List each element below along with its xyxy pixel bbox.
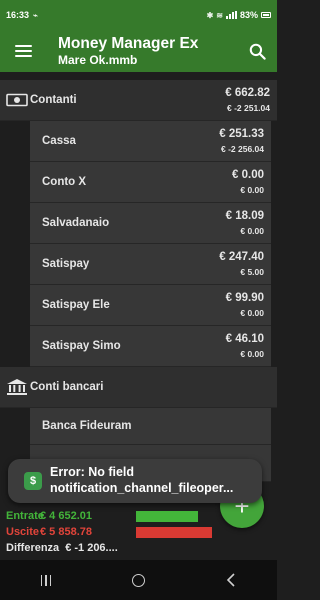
error-toast: $ Error: No field notification_channel_f… <box>8 459 262 503</box>
account-balance: € 18.09 <box>225 210 264 222</box>
bank-icon <box>4 378 30 396</box>
bluetooth-icon: ✱ <box>206 10 214 20</box>
account-balance: € 247.40 <box>219 251 264 263</box>
account-name: Satispay Ele <box>42 299 110 311</box>
battery-percent: 83% <box>239 10 258 20</box>
difference-label: Differenza <box>6 542 60 554</box>
app-title: Money Manager Ex <box>58 34 199 52</box>
battery-icon <box>261 12 271 18</box>
expense-value: € 5 858.78 <box>40 526 92 538</box>
database-name: Mare Ok.mmb <box>58 52 138 67</box>
account-row-conto-x[interactable]: Conto X € 0.00 € 0.00 <box>30 162 271 203</box>
expense-bar <box>136 526 212 538</box>
search-button[interactable] <box>237 30 277 72</box>
home-button[interactable] <box>108 560 168 600</box>
app-titles: Money Manager Ex Mare Ok.mmb <box>46 34 237 67</box>
group-balance: € 662.82 <box>225 87 270 99</box>
account-balance: € 46.10 <box>225 333 264 345</box>
account-name: Salvadanaio <box>42 217 110 229</box>
recents-icon <box>40 574 52 586</box>
account-name: Satispay <box>42 258 90 270</box>
account-name: Banca Fideuram <box>42 420 132 432</box>
status-bar: 16:33 ⌁ ✱ ≋ 83% <box>0 0 277 30</box>
recents-button[interactable] <box>16 560 76 600</box>
app-bar: Money Manager Ex Mare Ok.mmb <box>0 30 277 72</box>
account-reconciled-balance: € 0.00 <box>240 349 264 359</box>
account-row-banca-fideuram[interactable]: Banca Fideuram <box>30 408 271 445</box>
group-row-conti-bancari[interactable]: Conti bancari <box>0 367 277 408</box>
account-name: Satispay Simo <box>42 340 121 352</box>
system-nav-bar <box>0 560 277 600</box>
group-reconciled-balance: € -2 251.04 <box>226 103 270 113</box>
expense-label: Uscite <box>6 526 40 538</box>
toast-line-1: Error: No field <box>50 465 135 480</box>
toast-line-2: notification_channel_fileoper... <box>50 481 234 495</box>
group-label: Conti bancari <box>30 381 104 393</box>
group-row-contanti[interactable]: Contanti € 662.82 € -2 251.04 <box>0 80 277 121</box>
cash-icon <box>4 93 30 107</box>
group-label: Contanti <box>30 94 77 106</box>
account-row-satispay-simo[interactable]: Satispay Simo € 46.10 € 0.00 <box>30 326 271 367</box>
status-time: 16:33 <box>6 10 30 20</box>
account-reconciled-balance: € 0.00 <box>240 308 264 318</box>
account-row-satispay-ele[interactable]: Satispay Ele € 99.90 € 0.00 <box>30 285 271 326</box>
account-row-cassa[interactable]: Cassa € 251.33 € -2 256.04 <box>30 121 271 162</box>
account-reconciled-balance: € 5.00 <box>240 267 264 277</box>
account-row-satispay[interactable]: Satispay € 247.40 € 5.00 <box>30 244 271 285</box>
account-row-salvadanaio[interactable]: Salvadanaio € 18.09 € 0.00 <box>30 203 271 244</box>
app-icon: $ <box>24 472 42 490</box>
menu-button[interactable] <box>0 30 46 72</box>
account-balance: € 0.00 <box>232 169 264 181</box>
income-value: € 4 652.01 <box>40 510 92 522</box>
income-bar <box>136 510 198 522</box>
back-button[interactable] <box>201 560 261 600</box>
difference-value: € -1 206.... <box>65 542 118 554</box>
account-reconciled-balance: € -2 256.04 <box>220 144 264 154</box>
account-name: Conto X <box>42 176 87 188</box>
income-label: Entrate <box>6 510 44 522</box>
home-icon <box>131 573 145 587</box>
account-balance: € 99.90 <box>225 292 264 304</box>
expense-row: Uscite € 5 858.78 <box>6 524 271 540</box>
account-balance: € 251.33 <box>219 128 264 140</box>
toast-message: Error: No field notification_channel_fil… <box>50 465 233 496</box>
difference-row: Differenza € -1 206.... <box>6 540 271 556</box>
wifi-icon: ≋ <box>216 10 223 20</box>
menu-icon <box>14 45 32 57</box>
notification-icon: ⌁ <box>33 10 38 20</box>
account-reconciled-balance: € 0.00 <box>240 226 264 236</box>
signal-icon <box>225 11 237 19</box>
account-reconciled-balance: € 0.00 <box>240 185 264 195</box>
back-icon <box>226 573 235 587</box>
search-icon <box>249 43 266 60</box>
account-name: Cassa <box>42 135 76 147</box>
